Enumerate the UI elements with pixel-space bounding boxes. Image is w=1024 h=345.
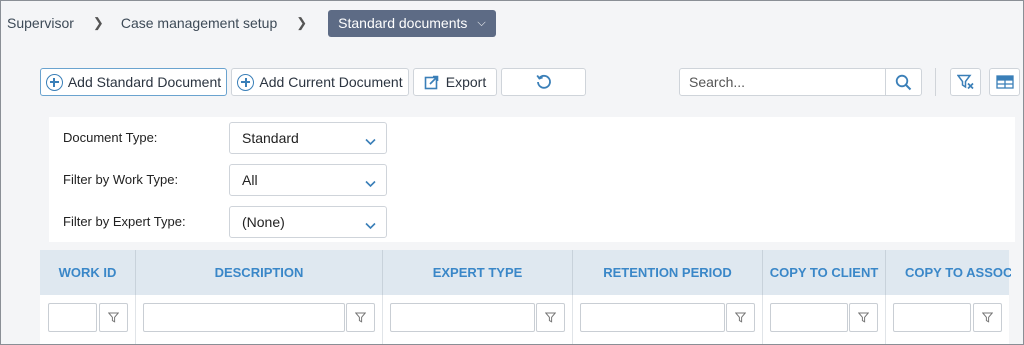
copy-to-associate-filter-input[interactable] — [893, 303, 971, 332]
document-type-value: Standard — [242, 130, 299, 146]
plus-circle-icon — [237, 73, 255, 91]
export-icon — [424, 74, 440, 90]
document-type-label: Document Type: — [63, 130, 158, 145]
expert-type-filter-button[interactable] — [536, 303, 565, 332]
toolbar-divider — [935, 68, 936, 96]
description-filter-button[interactable] — [346, 303, 375, 332]
filter-cell-copy-to-client — [763, 295, 886, 344]
column-chooser-button[interactable] — [989, 68, 1020, 96]
grid-filter-row — [40, 295, 1011, 344]
chevron-down-icon — [365, 133, 376, 149]
column-header-copy-to-associate[interactable]: COPY TO ASSOCI — [886, 250, 1011, 295]
search-button[interactable] — [885, 69, 921, 95]
filter-cell-retention-period — [573, 295, 763, 344]
breadcrumb-current-label: Standard documents — [338, 15, 468, 31]
filter-icon — [355, 312, 366, 323]
add-current-document-button[interactable]: Add Current Document — [231, 68, 409, 96]
add-standard-document-button[interactable]: Add Standard Document — [40, 68, 227, 96]
filter-icon — [858, 312, 869, 323]
copy-to-client-filter-button[interactable] — [849, 303, 878, 332]
description-filter-input[interactable] — [143, 303, 345, 332]
filter-icon — [108, 312, 119, 323]
search-icon — [895, 74, 912, 91]
expert-type-value: (None) — [242, 214, 285, 230]
refresh-button[interactable] — [501, 68, 586, 96]
filter-cell-copy-to-associate — [886, 295, 1011, 344]
app-frame: Supervisor ❯ Case management setup ❯ Sta… — [0, 0, 1024, 345]
clear-filter-icon — [956, 74, 975, 90]
documents-grid: WORK ID DESCRIPTION EXPERT TYPE RETENTIO… — [40, 250, 1011, 344]
retention-period-filter-button[interactable] — [726, 303, 755, 332]
add-current-document-label: Add Current Document — [259, 74, 403, 90]
document-type-row: Document Type: Standard — [49, 122, 1015, 154]
breadcrumb-case-management-setup[interactable]: Case management setup — [121, 15, 277, 31]
column-header-retention-period[interactable]: RETENTION PERIOD — [573, 250, 763, 295]
column-header-expert-type[interactable]: EXPERT TYPE — [383, 250, 573, 295]
copy-to-associate-filter-button[interactable] — [973, 303, 1002, 332]
work-id-filter-button[interactable] — [99, 303, 128, 332]
filter-cell-description — [136, 295, 383, 344]
refresh-icon — [535, 73, 553, 91]
breadcrumb-current-dropdown[interactable]: Standard documents ⌵ — [328, 9, 496, 37]
column-header-copy-to-client[interactable]: COPY TO CLIENT — [763, 250, 886, 295]
export-button[interactable]: Export — [413, 68, 497, 96]
copy-to-client-filter-input[interactable] — [770, 303, 848, 332]
add-standard-document-label: Add Standard Document — [67, 74, 222, 90]
document-type-select[interactable]: Standard — [229, 122, 387, 154]
chevron-right-icon: ❯ — [296, 15, 308, 30]
work-id-filter-input[interactable] — [48, 303, 97, 332]
breadcrumb-supervisor[interactable]: Supervisor — [7, 15, 74, 31]
chevron-down-icon: ⌵ — [477, 16, 486, 29]
column-header-description[interactable]: DESCRIPTION — [136, 250, 383, 295]
work-type-row: Filter by Work Type: All — [49, 164, 1015, 196]
retention-period-filter-input[interactable] — [580, 303, 725, 332]
expert-type-select[interactable]: (None) — [229, 206, 387, 238]
export-label: Export — [445, 74, 487, 90]
expert-type-label: Filter by Expert Type: — [63, 214, 186, 229]
chevron-down-icon — [365, 175, 376, 191]
filter-icon — [735, 312, 746, 323]
column-header-work-id[interactable]: WORK ID — [40, 250, 136, 295]
breadcrumb: Supervisor ❯ Case management setup ❯ Sta… — [7, 9, 496, 37]
filter-icon — [545, 312, 556, 323]
clear-filter-button[interactable] — [950, 68, 981, 96]
filter-panel: Document Type: Standard Filter by Work T… — [49, 117, 1015, 242]
search-box — [679, 68, 922, 96]
grid-header: WORK ID DESCRIPTION EXPERT TYPE RETENTIO… — [40, 250, 1011, 295]
work-type-select[interactable]: All — [229, 164, 387, 196]
toolbar: Add Standard Document Add Current Docume… — [40, 68, 1023, 97]
chevron-down-icon — [365, 217, 376, 233]
expert-type-row: Filter by Expert Type: (None) — [49, 206, 1015, 238]
search-input[interactable] — [680, 69, 885, 95]
plus-circle-icon — [45, 73, 63, 91]
columns-icon — [995, 75, 1014, 89]
work-type-label: Filter by Work Type: — [63, 172, 179, 187]
work-type-value: All — [242, 172, 258, 188]
chevron-right-icon: ❯ — [92, 15, 104, 30]
filter-cell-work-id — [40, 295, 136, 344]
filter-icon — [982, 312, 993, 323]
filter-cell-expert-type — [383, 295, 573, 344]
expert-type-filter-input[interactable] — [390, 303, 535, 332]
